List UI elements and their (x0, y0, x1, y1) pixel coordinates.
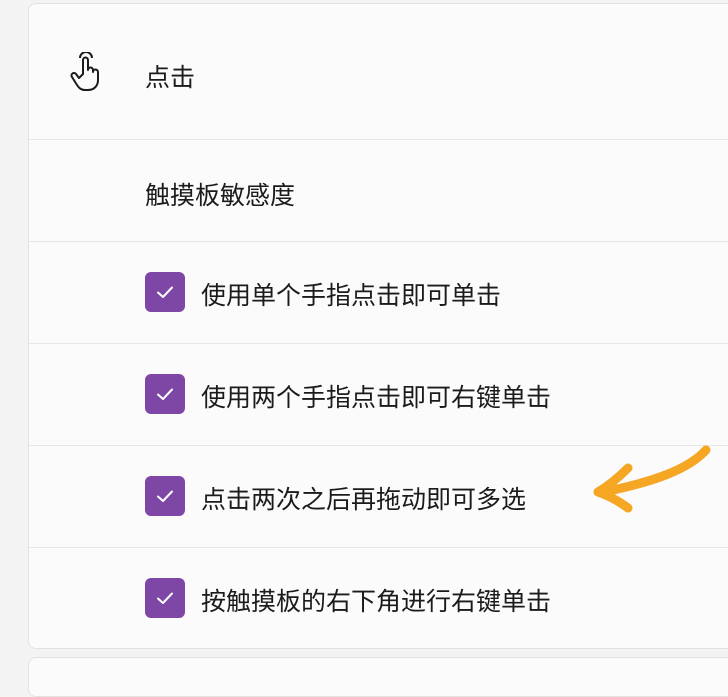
annotation-arrow-icon (593, 445, 711, 513)
option-row-single-finger-tap[interactable]: 使用单个手指点击即可单击 (29, 242, 728, 344)
tap-section-header[interactable]: 点击 (29, 4, 728, 140)
tap-settings-panel: 点击 触摸板敏感度 使用单个手指点击即可单击 使用两个手指点击即可右键单击 点击… (28, 3, 728, 649)
checkbox-double-tap-drag[interactable] (145, 476, 185, 516)
next-settings-panel (28, 657, 728, 697)
touchpad-sensitivity-row[interactable]: 触摸板敏感度 (29, 140, 728, 242)
option-row-bottom-right-corner[interactable]: 按触摸板的右下角进行右键单击 (29, 548, 728, 648)
touchpad-sensitivity-label: 触摸板敏感度 (145, 181, 296, 210)
option-label-single-finger-tap: 使用单个手指点击即可单击 (201, 281, 502, 310)
checkmark-icon (157, 490, 173, 502)
hand-tap-icon (70, 52, 99, 91)
option-label-double-tap-drag: 点击两次之后再拖动即可多选 (201, 485, 527, 514)
option-row-two-finger-tap[interactable]: 使用两个手指点击即可右键单击 (29, 344, 728, 446)
checkbox-single-finger-tap[interactable] (145, 272, 185, 312)
checkmark-icon (157, 592, 173, 604)
option-label-bottom-right-corner: 按触摸板的右下角进行右键单击 (201, 587, 552, 616)
checkbox-bottom-right-corner[interactable] (145, 578, 185, 618)
option-label-two-finger-tap: 使用两个手指点击即可右键单击 (201, 383, 552, 412)
tap-section-title: 点击 (145, 63, 196, 92)
checkmark-icon (157, 388, 173, 400)
checkmark-icon (157, 286, 173, 298)
checkbox-two-finger-tap[interactable] (145, 374, 185, 414)
